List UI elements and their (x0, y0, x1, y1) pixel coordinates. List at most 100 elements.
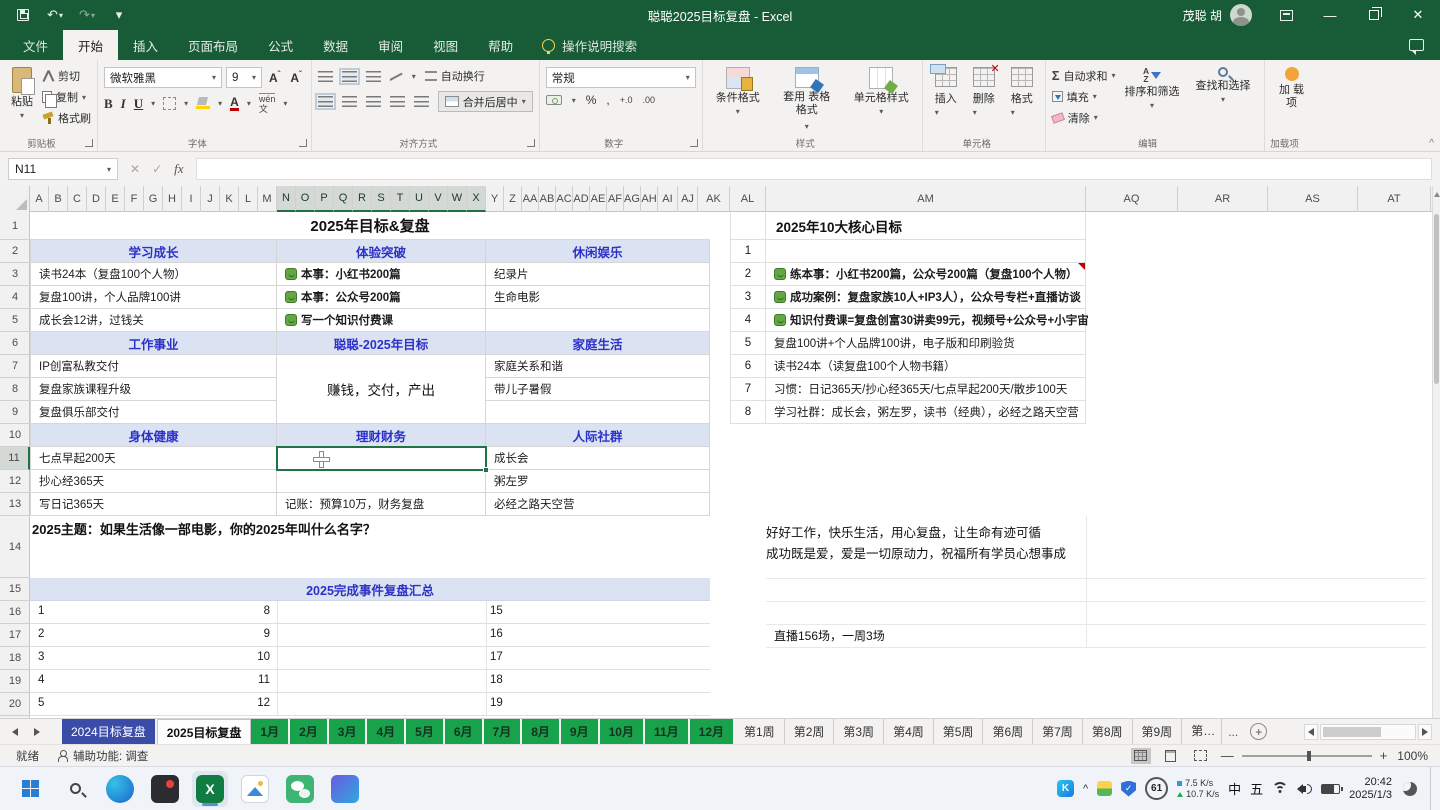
insert-cells-button[interactable]: 插入 ▾ (929, 65, 963, 135)
cell[interactable]: 记账：预算10万，财务复盘 (277, 493, 486, 516)
sheet-tab[interactable]: 第4周 (884, 719, 934, 744)
sheet-tab[interactable]: 1月 (251, 719, 291, 744)
sheet-tab[interactable]: 11月 (644, 719, 690, 744)
zoom-slider-thumb[interactable] (1306, 750, 1311, 761)
sheet-tab[interactable]: 5月 (406, 719, 445, 744)
night-mode-indicator[interactable] (1401, 777, 1417, 801)
battery-indicator[interactable] (1321, 777, 1344, 801)
collapse-ribbon-button[interactable]: ^ (1429, 138, 1434, 149)
column-header[interactable]: U (410, 186, 429, 212)
column-header[interactable]: L (239, 186, 258, 212)
taskbar-search-button[interactable] (57, 771, 93, 807)
ribbon-tab[interactable]: 视图 (418, 30, 473, 60)
wifi-indicator[interactable] (1272, 777, 1289, 801)
row-header[interactable]: 7 (0, 355, 30, 378)
number-cell[interactable]: 15 (490, 605, 503, 617)
align-right-icon[interactable] (365, 96, 381, 107)
customize-qat-button[interactable]: ▾ (110, 6, 128, 24)
number-row[interactable]: 1 8 15 (30, 601, 710, 624)
goal-number-cell[interactable]: 8 (730, 401, 766, 424)
column-header[interactable]: T (391, 186, 410, 212)
tray-security-app[interactable] (1097, 777, 1113, 801)
column-header[interactable]: M (258, 186, 277, 212)
zoom-slider[interactable] (1241, 750, 1372, 761)
column-header[interactable]: AK (698, 186, 730, 212)
column-header[interactable]: AJ (678, 186, 698, 212)
number-row[interactable]: 5 12 19 (30, 693, 710, 716)
decrease-decimal-button[interactable]: .00 (643, 95, 656, 105)
live-note-cell[interactable]: 直播156场，一周3场 (774, 624, 885, 647)
column-header[interactable]: N (277, 186, 296, 212)
cell[interactable]: 必经之路天空营 (486, 493, 710, 516)
ribbon-display-options-button[interactable] (1264, 0, 1308, 30)
row-header[interactable]: 13 (0, 493, 30, 516)
ime-shape-indicator[interactable]: 五 (1250, 777, 1263, 801)
taskbar-app-edge[interactable] (102, 771, 138, 807)
column-header[interactable]: K (220, 186, 239, 212)
avatar[interactable] (1230, 4, 1252, 26)
goal-text-cell[interactable]: 知识付费课=复盘创富30讲卖99元，视频号+公众号+小宇宙 (766, 309, 1089, 332)
cell[interactable]: 纪录片 (486, 263, 710, 286)
phonetic-guide-icon[interactable]: wén 文 (258, 93, 276, 114)
cell[interactable]: 本事：公众号200篇 (277, 286, 486, 309)
column-header[interactable]: AR (1178, 186, 1268, 212)
tray-expand-button[interactable]: ^ (1083, 777, 1088, 801)
underline-dropdown[interactable]: ▾ (151, 99, 155, 108)
column-header[interactable]: AT (1358, 186, 1431, 212)
copy-button[interactable]: 复制 ▾ (42, 88, 91, 108)
number-dialog-launcher[interactable] (689, 139, 698, 147)
column-header[interactable]: AC (556, 186, 573, 212)
hscroll-left-arrow[interactable] (1304, 723, 1318, 740)
sheet-tab[interactable]: 第6周 (983, 719, 1034, 744)
column-header[interactable]: V (429, 186, 448, 212)
sheet-tab[interactable]: 第2周 (785, 719, 835, 744)
cancel-entry-button[interactable]: ✕ (130, 162, 140, 176)
theme-row-cell[interactable]: 2025主题：如果生活像一部电影，你的2025年叫什么名字？ (30, 516, 710, 578)
column-header[interactable]: AF (607, 186, 624, 212)
cell[interactable]: 七点早起200天 (30, 447, 277, 470)
merge-center-button[interactable]: 合并后居中 ▾ (437, 91, 533, 112)
taskbar-app-capture[interactable] (237, 771, 273, 807)
increase-indent-icon[interactable] (413, 96, 429, 107)
row-header[interactable]: 19 (0, 670, 30, 693)
goal-number-cell[interactable]: 2 (730, 263, 766, 286)
accessibility-status[interactable]: 辅助功能: 调查 (57, 748, 148, 764)
cell[interactable]: 成长会12讲，过钱关 (30, 309, 277, 332)
number-row[interactable]: 4 11 18 (30, 670, 710, 693)
vertical-scrollbar[interactable] (1432, 186, 1440, 718)
sheet-tab[interactable]: 第8周 (1083, 719, 1133, 744)
zoom-in-button[interactable]: + (1380, 748, 1388, 763)
column-header[interactable]: B (49, 186, 68, 212)
cell[interactable]: 身体健康 (30, 424, 277, 447)
taskbar-app-player[interactable] (147, 771, 183, 807)
taskbar-clock[interactable]: 20:42 2025/1/3 (1349, 776, 1392, 802)
cell[interactable]: 复盘100讲，个人品牌100讲 (30, 286, 277, 309)
redo-button[interactable]: ↷ ▾ (78, 6, 96, 24)
goal-number-cell[interactable]: 5 (730, 332, 766, 355)
ribbon-tab[interactable]: 文件 (8, 30, 63, 60)
column-header[interactable]: I (182, 186, 201, 212)
cell[interactable]: 家庭生活 (486, 332, 710, 355)
column-header[interactable]: P (315, 186, 334, 212)
note-cell[interactable]: 好好工作，快乐生活，用心复盘，让生命有迹可循 成功既是爱，爱是一切原动力，祝福所… (766, 516, 1426, 578)
cell[interactable]: 本事：小红书200篇 (277, 263, 486, 286)
column-header[interactable]: Y (486, 186, 504, 212)
new-sheet-button[interactable]: + (1250, 723, 1268, 740)
number-cell[interactable]: 3 (38, 651, 44, 663)
cell[interactable] (730, 212, 766, 240)
column-header[interactable]: AH (641, 186, 658, 212)
row-header[interactable]: 1 (0, 212, 30, 240)
font-dialog-launcher[interactable] (298, 139, 307, 147)
goal-number-cell[interactable]: 6 (730, 355, 766, 378)
column-header[interactable]: D (87, 186, 106, 212)
cell[interactable]: 复盘家族课程升级 (30, 378, 277, 401)
orientation-icon[interactable] (390, 71, 403, 82)
goal-text-cell[interactable]: 复盘100讲+个人品牌100讲，电子版和印刷验货 (766, 332, 1086, 355)
clear-button[interactable]: 清除 ▾ (1050, 109, 1116, 126)
tray-app-blue[interactable]: K (1056, 777, 1074, 801)
column-header[interactable]: AB (539, 186, 556, 212)
table-title-cell[interactable]: 2025年目标&复盘 (30, 212, 710, 240)
core-goals-title-cell[interactable]: 2025年10大核心目标 (766, 212, 1086, 240)
cell[interactable]: 复盘俱乐部交付 (30, 401, 277, 424)
sheet-tab[interactable]: 第7周 (1033, 719, 1083, 744)
